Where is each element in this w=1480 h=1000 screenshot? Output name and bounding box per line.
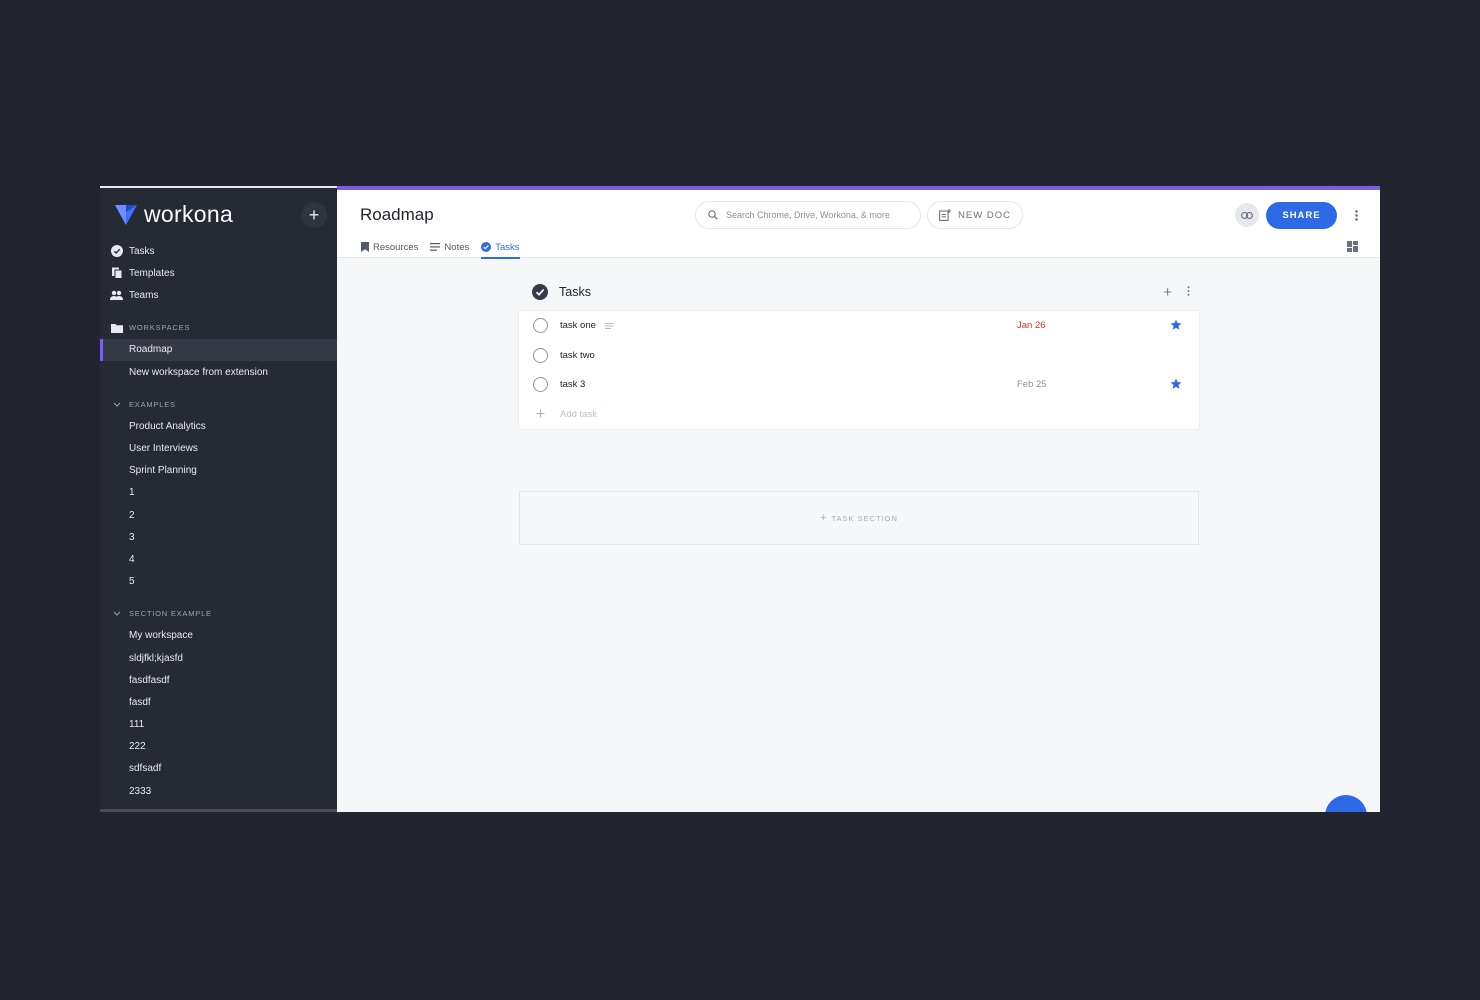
- workspace-item[interactable]: 2333: [100, 780, 337, 802]
- section-more-button[interactable]: [1187, 286, 1190, 296]
- people-icon: [110, 289, 123, 302]
- sidebar-item-label: Templates: [129, 267, 175, 279]
- task-row[interactable]: task one Jan 26: [519, 311, 1199, 341]
- star-icon[interactable]: [1170, 378, 1182, 390]
- chevron-down-icon: [110, 611, 123, 616]
- copy-icon: [110, 267, 123, 280]
- search-placeholder: Search Chrome, Drive, Workona, & more: [726, 210, 890, 220]
- workspace-item[interactable]: Product Analytics: [100, 415, 337, 437]
- workspace-item-roadmap[interactable]: Roadmap: [100, 338, 337, 362]
- task-due-date[interactable]: Jan 26: [1017, 320, 1046, 331]
- workona-app: workona + Tasks Templates Teams WORKSPAC…: [100, 186, 1380, 812]
- dashboard-icon: [1346, 240, 1358, 252]
- section-header-label: EXAMPLES: [129, 399, 176, 409]
- main-panel: Roadmap Resources Notes Tasks Search Chr…: [337, 186, 1380, 812]
- workspace-item[interactable]: Sprint Planning: [100, 460, 337, 482]
- add-task-section-button[interactable]: + TASK SECTION: [519, 491, 1199, 545]
- tab-notes[interactable]: Notes: [430, 236, 469, 258]
- task-name[interactable]: task 3: [560, 379, 585, 390]
- tab-label: Resources: [373, 241, 419, 253]
- search-input[interactable]: Search Chrome, Drive, Workona, & more: [695, 201, 921, 229]
- sidebar-item-label: Tasks: [129, 245, 155, 257]
- layout-toggle-button[interactable]: [1345, 239, 1359, 253]
- workspace-tabs: Resources Notes Tasks: [361, 236, 532, 259]
- section-header-label: WORKSPACES: [129, 323, 191, 333]
- new-doc-button[interactable]: NEW DOC: [927, 201, 1023, 229]
- workspace-item[interactable]: 3: [100, 526, 337, 548]
- examples-header[interactable]: EXAMPLES: [100, 393, 337, 415]
- add-task-row[interactable]: + Add task: [519, 400, 1199, 430]
- sidebar-item-teams[interactable]: Teams: [100, 285, 337, 307]
- sidebar: workona + Tasks Templates Teams WORKSPAC…: [100, 186, 337, 812]
- bookmark-icon: [361, 242, 369, 252]
- vertical-dots-icon: [1187, 286, 1190, 296]
- logo[interactable]: workona +: [100, 188, 337, 240]
- workona-logo-icon: [115, 205, 137, 225]
- link-icon: [1241, 211, 1253, 219]
- add-task-button[interactable]: +: [1163, 284, 1172, 301]
- section-example-header[interactable]: SECTION EXAMPLE: [100, 603, 337, 625]
- workspace-item[interactable]: 111: [100, 714, 337, 736]
- task-checkbox[interactable]: [533, 347, 548, 363]
- task-row[interactable]: task two: [519, 341, 1199, 371]
- workspace-item[interactable]: sldjfkl;kjasfd: [100, 647, 337, 669]
- workspace-item[interactable]: fasdfasdf: [100, 669, 337, 691]
- plus-icon: +: [535, 405, 546, 423]
- workspace-item[interactable]: New workspace from extension: [100, 361, 337, 383]
- add-task-section-label: TASK SECTION: [831, 513, 898, 523]
- vertical-dots-icon: [1354, 209, 1358, 221]
- tab-label: Tasks: [495, 241, 520, 253]
- workspace-item[interactable]: 5: [100, 571, 337, 593]
- workspace-item[interactable]: fasdf: [100, 691, 337, 713]
- task-name[interactable]: task two: [560, 350, 595, 361]
- floating-action-button[interactable]: [1325, 795, 1367, 812]
- chevron-down-icon: [110, 402, 123, 407]
- plus-icon: +: [820, 512, 828, 524]
- share-button[interactable]: SHARE: [1266, 202, 1337, 229]
- tab-label: Notes: [444, 241, 470, 253]
- sidebar-item-templates[interactable]: Templates: [100, 262, 337, 284]
- task-checkbox[interactable]: [533, 377, 548, 393]
- star-icon[interactable]: [1170, 319, 1182, 331]
- tab-tasks[interactable]: Tasks: [481, 236, 520, 259]
- workspace-header: Roadmap Resources Notes Tasks Search Chr…: [337, 190, 1380, 259]
- folder-icon: [110, 323, 123, 333]
- workspace-item[interactable]: 4: [100, 548, 337, 570]
- add-task-placeholder: Add task: [560, 408, 597, 420]
- workspace-item[interactable]: My workspace: [100, 625, 337, 647]
- workspace-item[interactable]: 1: [100, 482, 337, 504]
- workspace-item[interactable]: 222: [100, 736, 337, 758]
- task-section-header: Tasks +: [518, 278, 1200, 306]
- check-circle-icon: [532, 284, 548, 300]
- sidebar-bottom-edge: [100, 809, 337, 812]
- check-circle-icon: [481, 242, 492, 252]
- task-row[interactable]: task 3 Feb 25: [519, 370, 1199, 400]
- brand-name: workona: [144, 200, 234, 227]
- check-circle-icon: [110, 245, 123, 258]
- tab-resources[interactable]: Resources: [361, 236, 418, 258]
- task-section: Tasks + task one Jan 26 task two task 3 …: [518, 278, 1200, 430]
- sidebar-item-tasks[interactable]: Tasks: [100, 240, 337, 262]
- more-options-button[interactable]: [1351, 207, 1361, 223]
- task-checkbox[interactable]: [533, 318, 548, 334]
- copy-link-button[interactable]: [1235, 203, 1259, 227]
- add-workspace-button[interactable]: +: [301, 202, 327, 228]
- page-title[interactable]: Roadmap: [360, 205, 434, 225]
- workspaces-header[interactable]: WORKSPACES: [100, 317, 337, 339]
- task-name[interactable]: task one: [560, 320, 596, 331]
- new-doc-icon: [939, 209, 952, 221]
- notes-icon: [604, 322, 614, 329]
- workspace-item[interactable]: 2: [100, 504, 337, 526]
- workspace-item[interactable]: sdfsadf: [100, 758, 337, 780]
- task-list: task one Jan 26 task two task 3 Feb 25 +…: [518, 310, 1200, 430]
- task-section-title[interactable]: Tasks: [559, 285, 591, 299]
- task-due-date[interactable]: Feb 25: [1017, 379, 1047, 390]
- section-header-label: SECTION EXAMPLE: [129, 609, 212, 619]
- notes-icon: [430, 243, 441, 251]
- sidebar-item-label: Teams: [129, 290, 159, 302]
- workspace-item[interactable]: User Interviews: [100, 437, 337, 459]
- search-icon: [708, 210, 718, 220]
- new-doc-label: NEW DOC: [958, 209, 1011, 221]
